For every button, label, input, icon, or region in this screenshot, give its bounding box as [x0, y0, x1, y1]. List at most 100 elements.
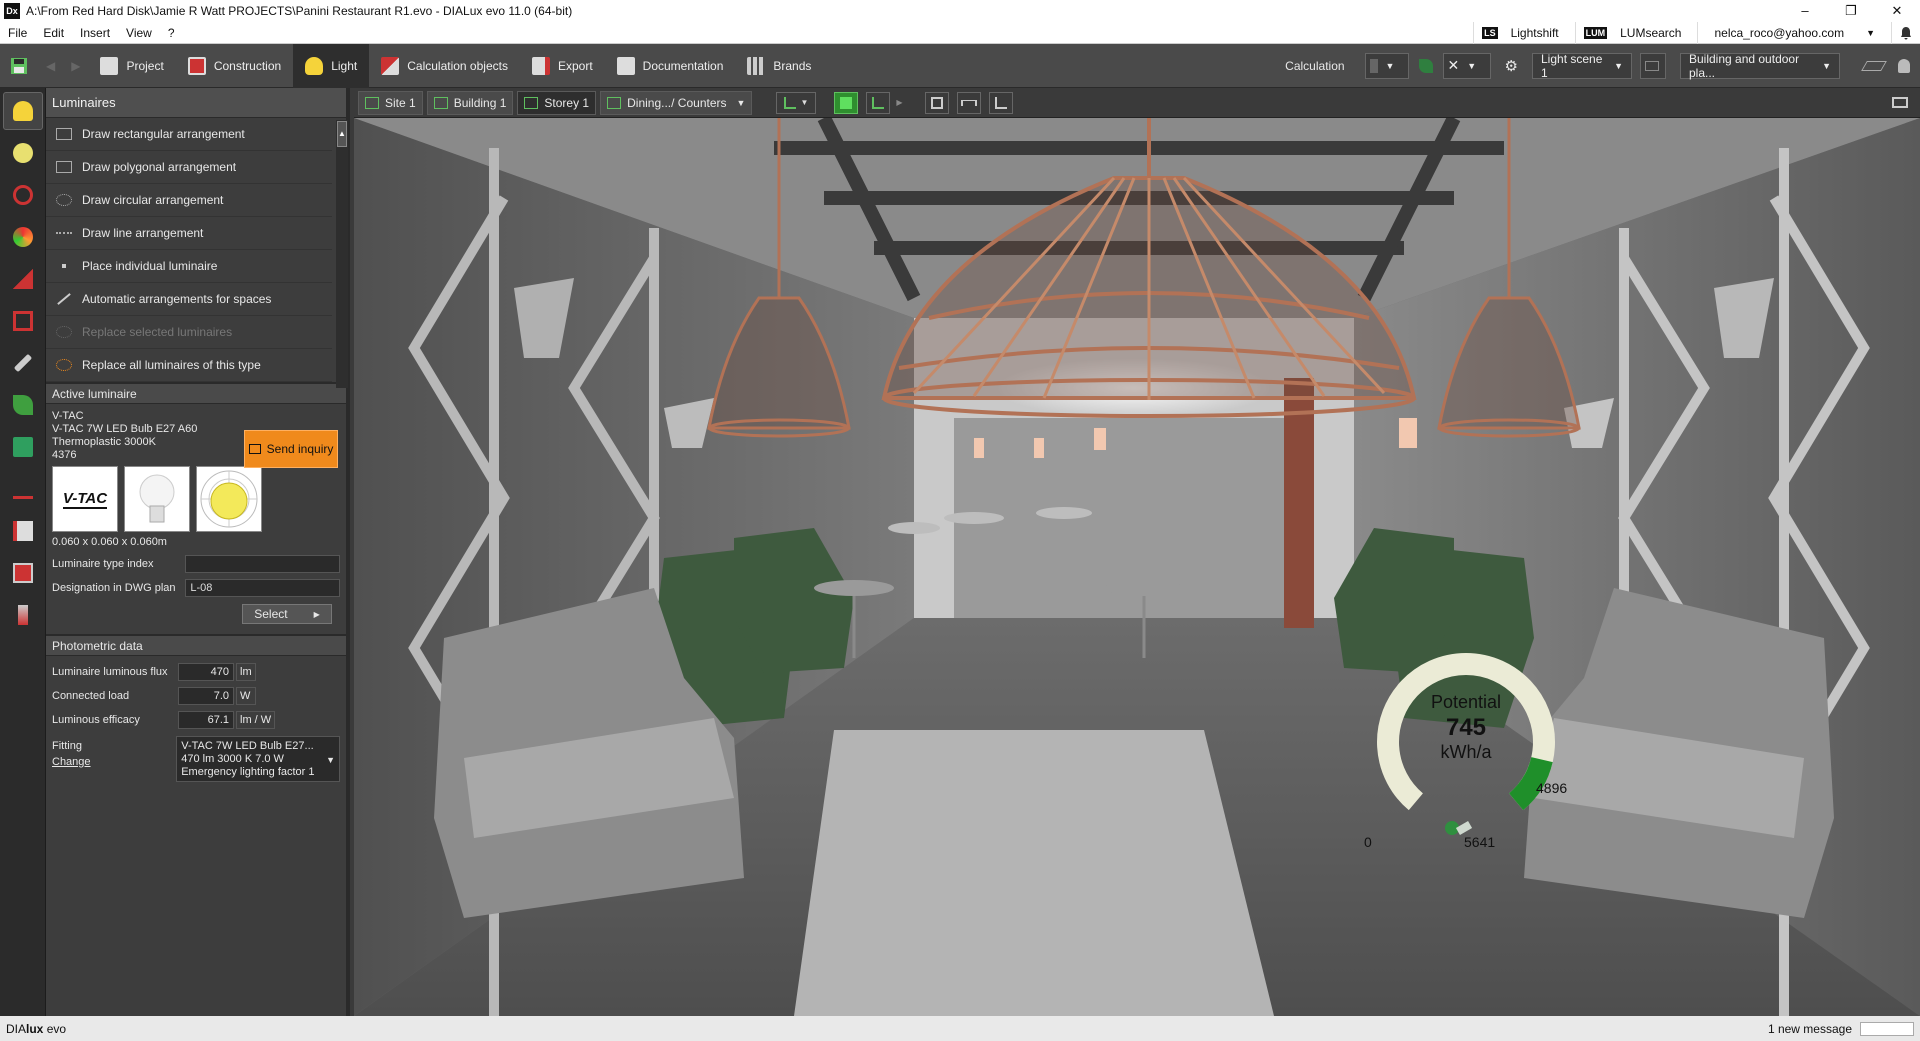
3d-viewport[interactable]: Potential 745 kWh/a 0 5641 4896 [354, 118, 1920, 1016]
manufacturer-logo[interactable]: V-TAC [52, 466, 118, 532]
fitting-row: Fitting Change V-TAC 7W LED Bulb E27... … [46, 736, 346, 788]
light-distribution-curve[interactable] [196, 466, 262, 532]
scene-settings-icon [1645, 60, 1659, 71]
energy-potential-gauge[interactable]: Potential 745 kWh/a 0 5641 4896 [1356, 650, 1576, 860]
building-mode-value: Building and outdoor pla... [1689, 51, 1800, 80]
breadcrumb-building[interactable]: Building 1 [426, 90, 514, 115]
cancel-calculation-dropdown[interactable]: ✕ ▼ [1442, 52, 1491, 79]
change-fitting-link[interactable]: Change [52, 756, 176, 768]
presentation-mode-button[interactable] [1888, 92, 1912, 114]
align-mode-button[interactable] [3, 176, 43, 214]
draw-rectangular-arrangement[interactable]: Draw rectangular arrangement [46, 118, 332, 151]
user-account-menu[interactable]: nelca_roco@yahoo.com ▼ [1697, 21, 1891, 44]
message-count[interactable]: 1 new message [1768, 1022, 1852, 1036]
replace-all-luminaires[interactable]: Replace all luminaires of this type [46, 349, 332, 382]
plug-icon [1445, 821, 1473, 835]
tab-light[interactable]: Light [293, 43, 370, 88]
automatic-arrangements[interactable]: Automatic arrangements for spaces [46, 283, 332, 316]
measure-button[interactable] [956, 91, 981, 114]
luminous-efficacy-unit: lm / W [236, 711, 276, 729]
building-mode-dropdown[interactable]: Building and outdoor pla... ▼ [1680, 51, 1840, 80]
marker-mode-button[interactable] [3, 512, 43, 550]
close-icon: ✕ [1447, 57, 1460, 73]
bell-icon[interactable] [1898, 58, 1910, 73]
solid-view-button[interactable] [834, 91, 859, 114]
menu-help[interactable]: ? [160, 26, 183, 40]
storey-icon [524, 96, 539, 109]
light-bulb-mode-button[interactable] [3, 134, 43, 172]
tab-documentation[interactable]: Documentation [605, 44, 736, 88]
type-index-row: Luminaire type index [46, 552, 346, 576]
luminaire-mode-button[interactable] [3, 92, 43, 130]
gear-icon[interactable]: ⚙ [1505, 57, 1518, 75]
connected-load-row: Connected load 7.0 W [46, 684, 346, 708]
draw-polygonal-arrangement[interactable]: Draw polygonal arrangement [46, 151, 332, 184]
tab-calculation-objects[interactable]: Calculation objects [369, 44, 520, 88]
breadcrumb-site[interactable]: Site 1 [358, 90, 423, 115]
slope-mode-button[interactable] [3, 260, 43, 298]
project-icon [100, 56, 119, 75]
draw-circular-arrangement[interactable]: Draw circular arrangement [46, 184, 332, 217]
fit-view-button[interactable] [924, 91, 949, 114]
arrangement-scrollbar[interactable]: ▲ [336, 120, 348, 388]
energy-mode-button[interactable] [3, 386, 43, 424]
calculation-start-dropdown[interactable]: ▼ [1364, 52, 1409, 79]
send-inquiry-button[interactable]: Send inquiry [244, 430, 338, 468]
menu-view[interactable]: View [118, 26, 160, 40]
scroll-up-icon[interactable]: ▲ [337, 121, 347, 147]
close-button[interactable]: ✕ [1874, 3, 1920, 19]
dwg-designation-input[interactable]: L-08 [185, 579, 340, 597]
lightshift-button[interactable]: LS Lightshift [1473, 21, 1575, 44]
frame-mode-button[interactable] [3, 554, 43, 592]
menu-file[interactable]: File [0, 26, 35, 40]
active-luminaire-info: V-TAC V-TAC 7W LED Bulb E27 A60 Thermopl… [46, 404, 346, 468]
text-mode-button[interactable] [3, 470, 43, 508]
crop-mode-button[interactable] [3, 302, 43, 340]
select-row: Select ▶ [46, 600, 346, 628]
chevron-right-icon[interactable]: ▶ [896, 98, 902, 107]
tab-project[interactable]: Project [88, 44, 175, 88]
luminaires-panel: Luminaires Draw rectangular arrangement … [46, 88, 350, 1030]
lightshift-label: Lightshift [1510, 25, 1559, 40]
select-luminaire-button[interactable]: Select ▶ [242, 604, 332, 624]
product-photo[interactable] [124, 466, 190, 532]
chevron-down-icon: ▼ [1467, 60, 1477, 71]
save-button[interactable] [0, 44, 38, 88]
emergency-mode-button[interactable] [3, 428, 43, 466]
menu-edit[interactable]: Edit [35, 26, 72, 40]
tab-brands[interactable]: Brands [735, 44, 823, 88]
place-individual-luminaire[interactable]: Place individual luminaire [46, 250, 332, 283]
dimension-button[interactable] [988, 91, 1013, 114]
tab-construction[interactable]: Construction [176, 44, 293, 88]
breadcrumb-storey[interactable]: Storey 1 [517, 90, 597, 115]
gauge-max-label: 5641 [1464, 834, 1496, 850]
grid-snap-dropdown[interactable]: ▼ [776, 91, 817, 114]
brands-grid-icon [747, 56, 766, 75]
item-label: Automatic arrangements for spaces [82, 292, 272, 306]
replace-all-icon [56, 359, 72, 371]
light-scene-dropdown[interactable]: Light scene 1 ▼ [1532, 52, 1632, 80]
fitting-line-3: Emergency lighting factor 1 [181, 766, 315, 778]
steps-mode-button[interactable] [3, 596, 43, 634]
light-scene-settings-button[interactable] [1640, 52, 1666, 79]
breadcrumb-room[interactable]: Dining.../ Counters ▼ [600, 90, 753, 115]
minimize-button[interactable]: – [1782, 3, 1828, 19]
floor-plan-icon[interactable] [1861, 60, 1887, 71]
menu-insert[interactable]: Insert [72, 26, 118, 40]
wall-view-button[interactable] [866, 91, 891, 114]
maximize-button[interactable]: ❐ [1828, 3, 1874, 19]
tab-export[interactable]: Export [520, 44, 605, 88]
type-index-input[interactable] [185, 555, 340, 573]
redo-button[interactable]: ▶ [63, 44, 88, 88]
polygonal-arrangement-icon [56, 161, 72, 173]
message-indicator[interactable] [1860, 1021, 1914, 1036]
color-mode-button[interactable] [3, 218, 43, 256]
menu-bar: File Edit Insert View ? LS Lightshift LU… [0, 21, 1920, 44]
undo-button[interactable]: ◀ [38, 44, 63, 88]
lumsearch-button[interactable]: LUM LUMsearch [1574, 21, 1698, 44]
notification-button[interactable] [1891, 21, 1920, 44]
draw-line-arrangement[interactable]: Draw line arrangement [46, 217, 332, 250]
tools-mode-button[interactable] [3, 344, 43, 382]
brand-dia: DIA [6, 1021, 27, 1036]
fitting-dropdown[interactable]: V-TAC 7W LED Bulb E27... 470 lm 3000 K 7… [176, 736, 340, 782]
